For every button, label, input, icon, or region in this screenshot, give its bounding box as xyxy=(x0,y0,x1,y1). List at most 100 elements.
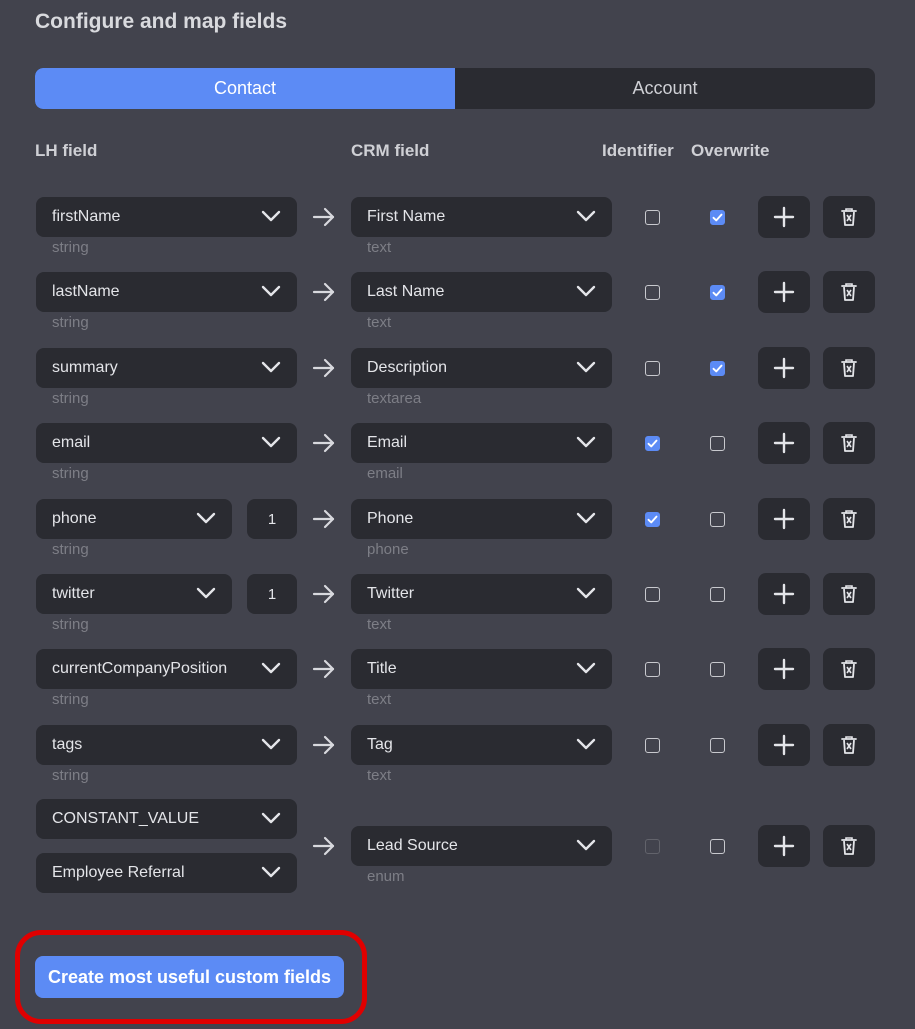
add-button[interactable] xyxy=(758,196,810,238)
crm-field-header: CRM field xyxy=(351,141,430,160)
create-custom-fields-button[interactable]: Create most useful custom fields xyxy=(35,956,344,998)
crm-field-select[interactable]: Title xyxy=(351,649,612,689)
overwrite-checkbox[interactable] xyxy=(710,512,725,527)
field-index-input[interactable]: 1 xyxy=(247,499,297,539)
add-button[interactable] xyxy=(758,498,810,540)
lh-field-select[interactable]: email xyxy=(36,423,297,463)
add-button[interactable] xyxy=(758,573,810,615)
overwrite-checkbox[interactable] xyxy=(710,210,725,225)
plus-icon xyxy=(773,658,795,680)
lh-field-select[interactable]: summary xyxy=(36,348,297,388)
plus-icon xyxy=(773,357,795,379)
trash-icon xyxy=(841,660,857,678)
overwrite-checkbox[interactable] xyxy=(710,587,725,602)
delete-button[interactable] xyxy=(823,347,875,389)
arrow-right-icon xyxy=(312,282,335,302)
overwrite-checkbox[interactable] xyxy=(710,839,725,854)
plus-icon xyxy=(773,508,795,530)
lh-field-type: string xyxy=(52,390,89,407)
add-button[interactable] xyxy=(758,422,810,464)
chevron-down-icon xyxy=(261,866,281,878)
chevron-down-icon xyxy=(261,662,281,674)
chevron-down-icon xyxy=(261,285,281,297)
lh-field-select[interactable]: firstName xyxy=(36,197,297,237)
add-button[interactable] xyxy=(758,648,810,690)
crm-field-select[interactable]: Tag xyxy=(351,725,612,765)
identifier-checkbox[interactable] xyxy=(645,738,660,753)
delete-button[interactable] xyxy=(823,498,875,540)
crm-field-select[interactable]: Lead Source xyxy=(351,826,612,866)
trash-icon xyxy=(841,585,857,603)
trash-icon xyxy=(841,837,857,855)
arrow-right-icon xyxy=(312,433,335,453)
add-button[interactable] xyxy=(758,271,810,313)
lh-field-select[interactable]: tags xyxy=(36,725,297,765)
lh-field-select[interactable]: phone xyxy=(36,499,232,539)
crm-field-select[interactable]: Phone xyxy=(351,499,612,539)
lh-field-value: firstName xyxy=(52,208,121,225)
arrow-right-icon xyxy=(312,659,335,679)
overwrite-checkbox[interactable] xyxy=(710,436,725,451)
chevron-down-icon xyxy=(576,839,596,851)
chevron-down-icon xyxy=(196,512,216,524)
chevron-down-icon xyxy=(261,436,281,448)
mapping-row: firstName string First Name text xyxy=(0,196,915,267)
delete-button[interactable] xyxy=(823,648,875,690)
add-button[interactable] xyxy=(758,825,810,867)
lh-field-select[interactable]: currentCompanyPosition xyxy=(36,649,297,689)
chevron-down-icon xyxy=(261,361,281,373)
crm-field-type: text xyxy=(367,314,392,331)
overwrite-header: Overwrite xyxy=(691,141,770,160)
overwrite-checkbox[interactable] xyxy=(710,738,725,753)
lh-field-type: string xyxy=(52,239,89,256)
identifier-checkbox[interactable] xyxy=(645,210,660,225)
overwrite-checkbox[interactable] xyxy=(710,285,725,300)
lh-field-value: CONSTANT_VALUE xyxy=(52,810,199,827)
overwrite-checkbox[interactable] xyxy=(710,662,725,677)
lh-field-select[interactable]: lastName xyxy=(36,272,297,312)
lh-field-type: string xyxy=(52,314,89,331)
lh-field-select[interactable]: CONSTANT_VALUE xyxy=(36,799,297,839)
crm-field-type: textarea xyxy=(367,390,422,407)
crm-field-type: text xyxy=(367,616,392,633)
add-button[interactable] xyxy=(758,724,810,766)
overwrite-checkbox[interactable] xyxy=(710,361,725,376)
entity-tabs: Contact Account xyxy=(35,68,875,109)
delete-button[interactable] xyxy=(823,724,875,766)
tab-account[interactable]: Account xyxy=(455,68,875,109)
crm-field-value: First Name xyxy=(367,208,446,225)
crm-field-select[interactable]: First Name xyxy=(351,197,612,237)
lh-field-type: string xyxy=(52,541,89,558)
crm-field-select[interactable]: Description xyxy=(351,348,612,388)
identifier-checkbox[interactable] xyxy=(645,512,660,527)
constant-value-select[interactable]: Employee Referral xyxy=(36,853,297,893)
identifier-checkbox[interactable] xyxy=(645,587,660,602)
lh-field-select[interactable]: twitter xyxy=(36,574,232,614)
arrow-right-icon xyxy=(312,509,335,529)
field-index-input[interactable]: 1 xyxy=(247,574,297,614)
arrow-right-icon xyxy=(312,836,335,856)
crm-field-select[interactable]: Last Name xyxy=(351,272,612,312)
crm-field-type: phone xyxy=(367,541,409,558)
delete-button[interactable] xyxy=(823,422,875,464)
delete-button[interactable] xyxy=(823,196,875,238)
delete-button[interactable] xyxy=(823,825,875,867)
crm-field-select[interactable]: Email xyxy=(351,423,612,463)
identifier-checkbox[interactable] xyxy=(645,436,660,451)
lh-field-value: email xyxy=(52,434,91,451)
plus-icon xyxy=(773,432,795,454)
plus-icon xyxy=(773,734,795,756)
delete-button[interactable] xyxy=(823,573,875,615)
identifier-checkbox[interactable] xyxy=(645,285,660,300)
delete-button[interactable] xyxy=(823,271,875,313)
crm-field-select[interactable]: Twitter xyxy=(351,574,612,614)
tab-contact[interactable]: Contact xyxy=(35,68,455,109)
crm-field-type: enum xyxy=(367,868,405,885)
add-button[interactable] xyxy=(758,347,810,389)
arrow-right-icon xyxy=(312,735,335,755)
trash-icon xyxy=(841,736,857,754)
crm-field-type: text xyxy=(367,239,392,256)
identifier-checkbox[interactable] xyxy=(645,361,660,376)
plus-icon xyxy=(773,583,795,605)
identifier-checkbox[interactable] xyxy=(645,662,660,677)
